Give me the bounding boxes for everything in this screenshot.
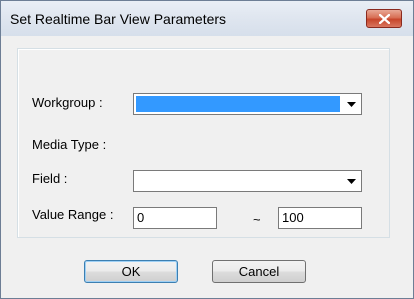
close-icon (379, 14, 390, 24)
dialog-body: Workgroup : Media Type : Field : Value R… (9, 36, 405, 290)
field-label: Field : (32, 171, 68, 186)
dialog-window: Set Realtime Bar View Parameters Workgro… (0, 0, 414, 299)
close-button[interactable] (366, 9, 402, 28)
value-range-label: Value Range : (32, 207, 114, 222)
workgroup-dropdown-button[interactable] (342, 95, 360, 113)
field-dropdown-button[interactable] (342, 172, 360, 190)
title-bar[interactable]: Set Realtime Bar View Parameters (1, 1, 413, 36)
workgroup-selection (136, 96, 340, 112)
media-type-label: Media Type : (32, 137, 107, 152)
chevron-down-icon (347, 179, 356, 184)
range-max-input[interactable]: 100 (278, 207, 362, 229)
workgroup-label: Workgroup : (32, 95, 103, 110)
field-combobox[interactable] (133, 170, 362, 192)
field-value (135, 172, 141, 190)
range-min-input[interactable]: 0 (133, 207, 217, 229)
cancel-button[interactable]: Cancel (212, 260, 306, 283)
ok-button[interactable]: OK (84, 260, 178, 283)
workgroup-combobox[interactable] (133, 93, 362, 115)
window-title: Set Realtime Bar View Parameters (10, 11, 227, 27)
range-separator: ~ (253, 212, 261, 227)
chevron-down-icon (347, 102, 356, 107)
